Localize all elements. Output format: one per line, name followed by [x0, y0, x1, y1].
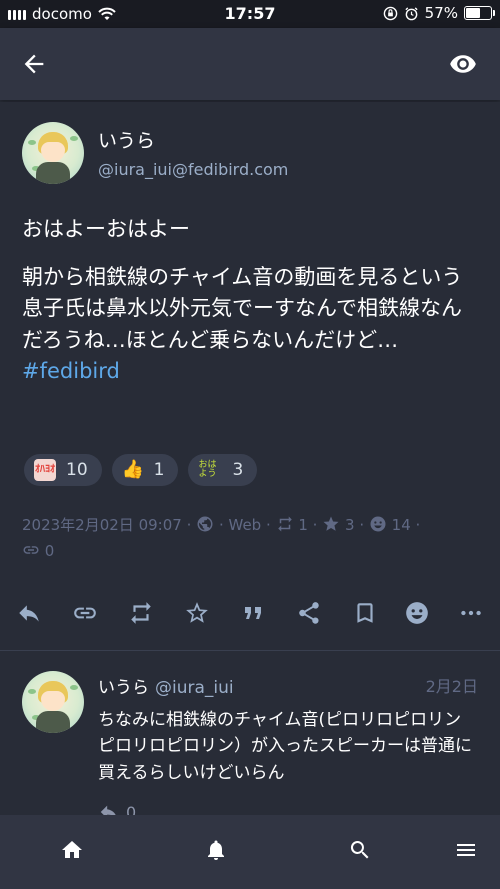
avatar[interactable]	[22, 122, 84, 184]
favourite-button[interactable]	[182, 598, 212, 628]
battery-icon	[464, 6, 495, 20]
ohayou-emoji-icon: おはよう	[198, 460, 217, 479]
reaction-count: 3	[232, 460, 244, 480]
display-name[interactable]: いうら	[98, 126, 155, 153]
star-icon	[323, 516, 339, 531]
rotation-lock-icon	[383, 6, 397, 20]
more-icon	[461, 610, 481, 616]
bookmark-button[interactable]	[350, 598, 380, 628]
arrow-left-icon	[24, 54, 44, 74]
menu-icon	[457, 844, 475, 856]
avatar[interactable]	[22, 671, 84, 733]
reply-button[interactable]	[14, 598, 44, 628]
favourite-count[interactable]: 3	[345, 516, 355, 534]
share-button[interactable]	[294, 598, 324, 628]
reply-status[interactable]: いうら @iura_iui 2月2日 ちなみに相鉄線のチャイム音(ピロリロピロリン…	[0, 651, 500, 822]
emoji-reactions: ｵﾊﾖｵ 10 👍 1 おはよう 3	[24, 454, 258, 486]
nav-home[interactable]	[57, 835, 87, 865]
search-icon	[350, 841, 369, 859]
boost-icon	[277, 516, 292, 532]
reply-author[interactable]: いうら @iura_iui	[98, 673, 234, 698]
boost-icon	[131, 602, 151, 624]
back-button[interactable]	[20, 50, 48, 78]
more-button[interactable]	[456, 598, 486, 628]
account-handle: @iura_iui	[155, 678, 234, 698]
copy-link-button[interactable]	[70, 598, 100, 628]
display-name: いうら	[98, 678, 149, 698]
alarm-icon	[405, 6, 418, 20]
emoji-reaction-ohayou[interactable]: おはよう 3	[188, 454, 258, 486]
quote-icon	[245, 607, 261, 619]
content-line: おはよーおはよー	[22, 217, 190, 241]
account-handle[interactable]: @iura_iui@fedibird.com	[98, 160, 288, 179]
quote-button[interactable]	[238, 598, 268, 628]
reply-content: ちなみに相鉄線のチャイム音(ピロリロピロリン ピロリロピロリン）が入ったスピーカ…	[98, 710, 479, 783]
globe-icon	[197, 516, 213, 532]
nav-search[interactable]	[345, 835, 375, 865]
hashtag-link[interactable]: #fedibird	[22, 359, 120, 383]
reply-icon	[19, 605, 39, 622]
emoji-icon	[370, 516, 386, 532]
visibility-toggle-button[interactable]	[448, 50, 478, 78]
battery-percent: 57%	[424, 4, 458, 22]
ohayo-emoji-icon: ｵﾊﾖｵ	[34, 459, 56, 481]
share-icon	[299, 602, 319, 624]
status-meta: 2023年2月02日 09:07 · · Web · 1 · 3 · 14 · …	[22, 516, 421, 560]
system-status-bar: docomo 17:57 57%	[0, 0, 500, 28]
boost-count[interactable]: 1	[298, 516, 308, 534]
eye-icon	[450, 55, 476, 73]
bottom-navigation	[0, 815, 500, 889]
nav-menu[interactable]	[451, 835, 481, 865]
link-icon	[74, 607, 96, 619]
emoji-reaction-ohayo[interactable]: ｵﾊﾖｵ 10	[24, 454, 102, 486]
link-icon	[23, 546, 39, 554]
nav-notifications[interactable]	[201, 835, 231, 865]
emoji-icon	[406, 602, 428, 624]
detailed-status: いうら @iura_iui@fedibird.com おはよーおはよー 朝から相…	[0, 102, 500, 650]
application-name: Web	[228, 516, 262, 534]
reaction-count: 1	[153, 460, 165, 480]
thumbs-up-icon: 👍	[121, 459, 144, 480]
bookmark-icon	[357, 603, 373, 623]
content-line: 朝から相鉄線のチャイム音の動画を見るという息子氏は鼻水以外元気でーすなんで相鉄線…	[22, 264, 463, 352]
action-bar	[0, 598, 500, 634]
emoji-reaction-thumbsup[interactable]: 👍 1	[111, 454, 179, 486]
home-icon	[62, 841, 82, 858]
reply-timestamp[interactable]: 2月2日	[426, 673, 478, 697]
notifications-icon	[208, 840, 224, 860]
status-timestamp[interactable]: 2023年2月02日 09:07	[22, 516, 182, 534]
emoji-reaction-count[interactable]: 14	[392, 516, 411, 534]
boost-button[interactable]	[126, 598, 156, 628]
star-outline-icon	[186, 602, 208, 623]
app-header	[0, 28, 500, 100]
status-content: おはよーおはよー 朝から相鉄線のチャイム音の動画を見るという息子氏は鼻水以外元気…	[22, 214, 482, 388]
reaction-count: 10	[66, 460, 88, 480]
emoji-reaction-button[interactable]	[402, 598, 432, 628]
link-count[interactable]: 0	[45, 542, 55, 560]
